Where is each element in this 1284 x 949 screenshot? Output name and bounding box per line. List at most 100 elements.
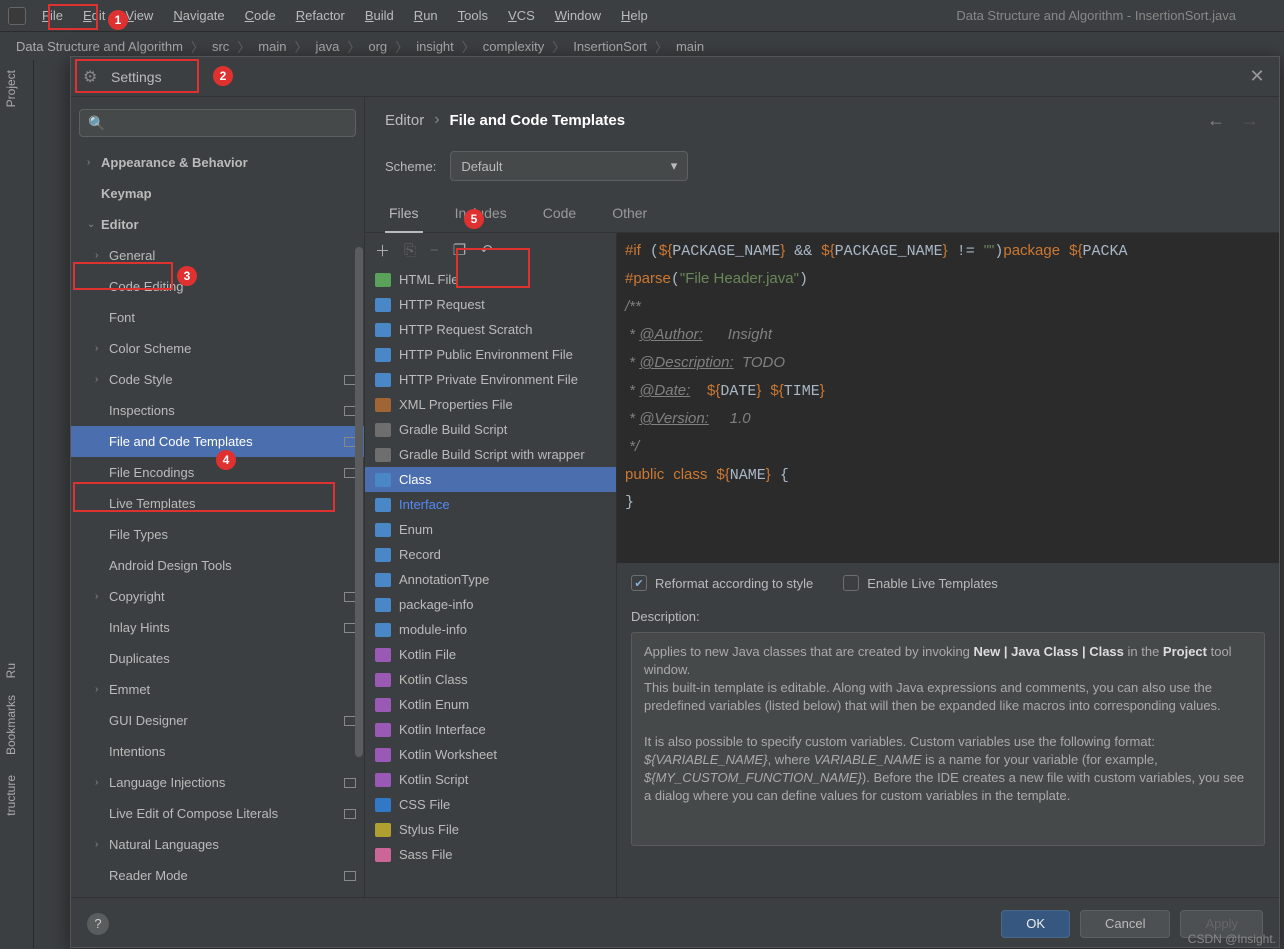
code-editor[interactable]: #if (${PACKAGE_NAME} && ${PACKAGE_NAME} … (617, 233, 1279, 563)
menu-refactor[interactable]: Refactor (286, 4, 355, 27)
scheme-select[interactable]: Default ▾ (450, 151, 688, 181)
menu-build[interactable]: Build (355, 4, 404, 27)
template-kotlin-script[interactable]: Kotlin Script (365, 767, 616, 792)
tab-other[interactable]: Other (608, 195, 651, 232)
tree-inlay-hints[interactable]: Inlay Hints (71, 612, 364, 643)
close-icon[interactable]: ✕ (1247, 66, 1267, 87)
tree-live-edit-of-compose-literals[interactable]: Live Edit of Compose Literals (71, 798, 364, 829)
menu-run[interactable]: Run (404, 4, 448, 27)
search-input[interactable] (111, 116, 347, 131)
tree-gui-designer[interactable]: GUI Designer (71, 705, 364, 736)
tree-duplicates[interactable]: Duplicates (71, 643, 364, 674)
menu-file[interactable]: File (32, 4, 73, 27)
template-record[interactable]: Record (365, 542, 616, 567)
settings-search[interactable]: 🔍 (79, 109, 356, 137)
dialog-header: ⚙ Settings ✕ (71, 57, 1279, 97)
nav-forward-icon[interactable]: → (1241, 110, 1259, 131)
breadcrumb-item[interactable]: insight (416, 39, 454, 54)
menu-help[interactable]: Help (611, 4, 658, 27)
undo-icon[interactable]: ↶ (480, 241, 493, 259)
tree-file-types[interactable]: File Types (71, 519, 364, 550)
template-annotationtype[interactable]: AnnotationType (365, 567, 616, 592)
tree-appearance-behavior[interactable]: ›Appearance & Behavior (71, 147, 364, 178)
scrollbar-thumb[interactable] (355, 247, 363, 757)
tree-color-scheme[interactable]: ›Color Scheme (71, 333, 364, 364)
ok-button[interactable]: OK (1001, 910, 1070, 938)
breadcrumb-item[interactable]: complexity (483, 39, 544, 54)
template-module-info[interactable]: module-info (365, 617, 616, 642)
live-templates-checkbox[interactable]: Enable Live Templates (843, 575, 998, 591)
file-icon (375, 373, 391, 387)
tree-intentions[interactable]: Intentions (71, 736, 364, 767)
template-http-public-environment-file[interactable]: HTTP Public Environment File (365, 342, 616, 367)
tree-editor[interactable]: ⌄Editor (71, 209, 364, 240)
tab-code[interactable]: Code (539, 195, 580, 232)
template-http-request[interactable]: HTTP Request (365, 292, 616, 317)
add-icon[interactable]: ＋ (375, 240, 390, 261)
file-icon (375, 798, 391, 812)
template-stylus-file[interactable]: Stylus File (365, 817, 616, 842)
tree-emmet[interactable]: ›Emmet (71, 674, 364, 705)
template-sass-file[interactable]: Sass File (365, 842, 616, 867)
settings-icon: ⚙ (83, 67, 103, 87)
copy-icon[interactable]: ❐ (453, 241, 466, 259)
menu-window[interactable]: Window (545, 4, 611, 27)
template-http-request-scratch[interactable]: HTTP Request Scratch (365, 317, 616, 342)
template-http-private-environment-file[interactable]: HTTP Private Environment File (365, 367, 616, 392)
file-icon (375, 748, 391, 762)
template-package-info[interactable]: package-info (365, 592, 616, 617)
chevron-down-icon: ▾ (671, 158, 678, 174)
template-kotlin-interface[interactable]: Kotlin Interface (365, 717, 616, 742)
menu-vcs[interactable]: VCS (498, 4, 545, 27)
tab-files[interactable]: Files (385, 195, 423, 233)
file-icon (375, 523, 391, 537)
help-icon[interactable]: ? (87, 913, 109, 935)
annotation-dot-5: 5 (464, 209, 484, 229)
tree-code-editing[interactable]: Code Editing (71, 271, 364, 302)
sidebar-structure[interactable]: tructure (0, 765, 22, 826)
cancel-button[interactable]: Cancel (1080, 910, 1170, 938)
template-kotlin-enum[interactable]: Kotlin Enum (365, 692, 616, 717)
tree-file-and-code-templates[interactable]: File and Code Templates (71, 426, 364, 457)
breadcrumb-item[interactable]: main (258, 39, 286, 54)
template-xml-properties-file[interactable]: XML Properties File (365, 392, 616, 417)
template-html-file[interactable]: HTML File (365, 267, 616, 292)
tree-keymap[interactable]: Keymap (71, 178, 364, 209)
menu-navigate[interactable]: Navigate (163, 4, 234, 27)
crumb-parent[interactable]: Editor (385, 112, 424, 129)
template-kotlin-file[interactable]: Kotlin File (365, 642, 616, 667)
tree-live-templates[interactable]: Live Templates (71, 488, 364, 519)
nav-back-icon[interactable]: ← (1207, 110, 1225, 131)
crumb-current: File and Code Templates (450, 112, 626, 129)
breadcrumb-item[interactable]: InsertionSort (573, 39, 647, 54)
breadcrumb-item[interactable]: Data Structure and Algorithm (16, 39, 183, 54)
breadcrumb-item[interactable]: java (316, 39, 340, 54)
breadcrumb-item[interactable]: src (212, 39, 229, 54)
template-kotlin-worksheet[interactable]: Kotlin Worksheet (365, 742, 616, 767)
sidebar-project[interactable]: Project (0, 60, 22, 117)
menu-tools[interactable]: Tools (448, 4, 498, 27)
tree-reader-mode[interactable]: Reader Mode (71, 860, 364, 891)
tree-android-design-tools[interactable]: Android Design Tools (71, 550, 364, 581)
template-gradle-build-script-with-wrapper[interactable]: Gradle Build Script with wrapper (365, 442, 616, 467)
tree-natural-languages[interactable]: ›Natural Languages (71, 829, 364, 860)
template-interface[interactable]: Interface (365, 492, 616, 517)
tree-font[interactable]: Font (71, 302, 364, 333)
file-icon (375, 298, 391, 312)
template-kotlin-class[interactable]: Kotlin Class (365, 667, 616, 692)
tree-copyright[interactable]: ›Copyright (71, 581, 364, 612)
breadcrumb-item[interactable]: org (368, 39, 387, 54)
template-class[interactable]: Class (365, 467, 616, 492)
reformat-checkbox[interactable]: ✔ Reformat according to style (631, 575, 813, 591)
breadcrumb-item[interactable]: main (676, 39, 704, 54)
sidebar-bookmarks[interactable]: Bookmarks (0, 685, 22, 765)
template-gradle-build-script[interactable]: Gradle Build Script (365, 417, 616, 442)
menu-code[interactable]: Code (235, 4, 286, 27)
sidebar-run[interactable]: Ru (0, 657, 22, 684)
tree-language-injections[interactable]: ›Language Injections (71, 767, 364, 798)
template-enum[interactable]: Enum (365, 517, 616, 542)
tree-general[interactable]: ›General (71, 240, 364, 271)
tree-inspections[interactable]: Inspections (71, 395, 364, 426)
tree-code-style[interactable]: ›Code Style (71, 364, 364, 395)
template-css-file[interactable]: CSS File (365, 792, 616, 817)
